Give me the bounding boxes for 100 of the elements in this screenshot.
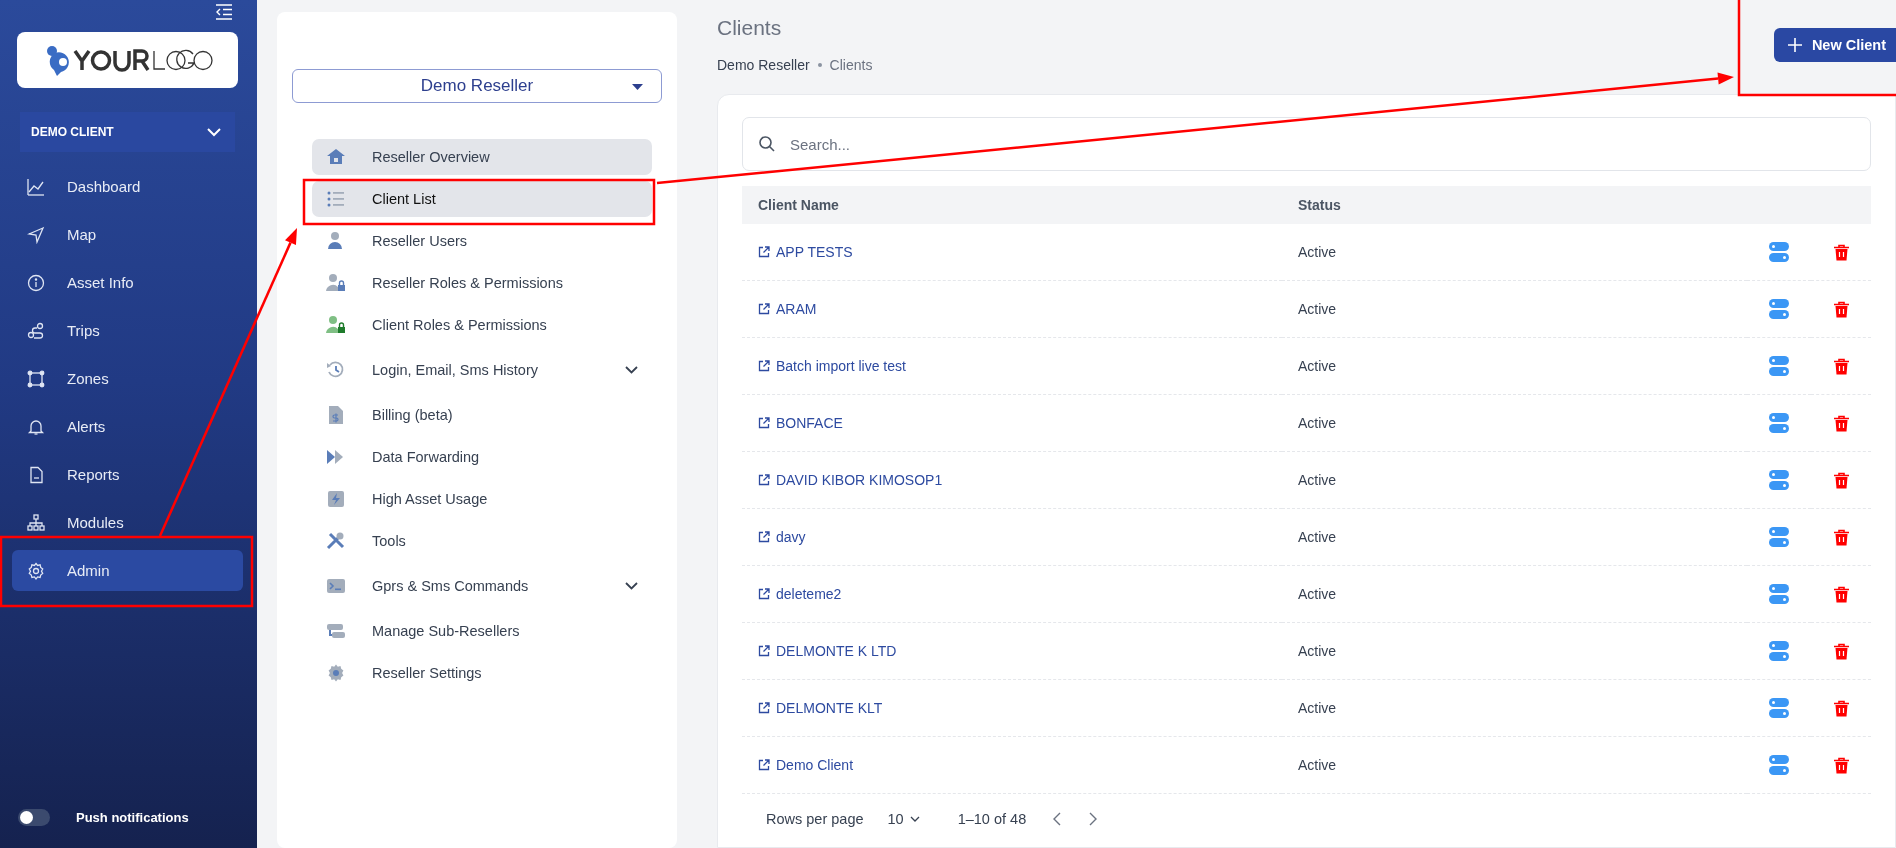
external-link-icon <box>758 702 770 714</box>
trash-icon[interactable] <box>1833 528 1849 546</box>
server-toggle-icon[interactable] <box>1769 470 1789 490</box>
reseller-selector[interactable]: Demo Reseller <box>292 69 662 103</box>
hierarchy-icon <box>27 513 45 532</box>
settings-icon <box>326 663 346 683</box>
breadcrumb-item[interactable]: Demo Reseller <box>717 57 810 73</box>
server-toggle-icon[interactable] <box>1769 299 1789 319</box>
terminal-icon <box>326 576 346 596</box>
nav-item[interactable]: Modules <box>12 502 243 543</box>
page-range: 1–10 of 48 <box>957 811 1027 827</box>
nav-item[interactable]: Trips <box>12 310 243 351</box>
nav-item[interactable]: Map <box>12 214 243 255</box>
server-toggle-icon[interactable] <box>1769 242 1789 262</box>
push-notifications-toggle[interactable] <box>18 809 50 826</box>
nav-item[interactable]: Alerts <box>12 406 243 447</box>
external-link-icon <box>758 303 770 315</box>
client-selector[interactable]: DEMO CLIENT <box>20 112 235 152</box>
external-link-icon <box>758 474 770 486</box>
invoice-icon <box>326 405 346 425</box>
status-cell: Active <box>1282 680 1747 737</box>
status-cell: Active <box>1282 338 1747 395</box>
server-toggle-icon[interactable] <box>1769 641 1789 661</box>
collapse-menu-icon[interactable] <box>215 4 233 20</box>
menu-item[interactable]: Tools <box>312 523 652 559</box>
client-link[interactable]: APP TESTS <box>758 244 853 260</box>
status-cell: Active <box>1282 737 1747 794</box>
client-link[interactable]: deleteme2 <box>758 586 842 602</box>
client-link[interactable]: DAVID KIBOR KIMOSOP1 <box>758 472 943 488</box>
menu-item[interactable]: Data Forwarding <box>312 439 652 475</box>
trash-icon[interactable] <box>1833 300 1849 318</box>
server-toggle-icon[interactable] <box>1769 413 1789 433</box>
menu-item[interactable]: Reseller Overview <box>312 139 652 175</box>
breadcrumb-item: Clients <box>829 57 873 73</box>
menu-item[interactable]: High Asset Usage <box>312 481 652 517</box>
menu-item[interactable]: Billing (beta) <box>312 397 652 433</box>
server-toggle-icon[interactable] <box>1769 755 1789 775</box>
client-link[interactable]: Batch import live test <box>758 358 906 374</box>
plus-icon <box>1787 38 1802 52</box>
zones-icon <box>27 369 45 388</box>
external-link-icon <box>758 360 770 372</box>
trash-icon[interactable] <box>1833 471 1849 489</box>
menu-item[interactable]: Login, Email, Sms History <box>312 352 652 388</box>
chart-icon <box>27 177 45 196</box>
nav-item[interactable]: Admin <box>12 550 243 591</box>
column-header: Status <box>1282 186 1747 224</box>
rows-per-page-select[interactable]: 10 <box>887 811 920 827</box>
navigation-icon <box>27 225 45 244</box>
status-cell: Active <box>1282 281 1747 338</box>
trash-icon[interactable] <box>1833 414 1849 432</box>
new-client-button[interactable]: New Client <box>1773 28 1896 62</box>
list-icon <box>326 189 346 209</box>
external-link-icon <box>758 531 770 543</box>
trash-icon[interactable] <box>1833 642 1849 660</box>
next-page-icon[interactable] <box>1088 812 1099 826</box>
nav-item[interactable]: Asset Info <box>12 262 243 303</box>
menu-item[interactable]: Reseller Roles & Permissions <box>312 265 652 301</box>
external-link-icon <box>758 759 770 771</box>
menu-item[interactable]: Gprs & Sms Commands <box>312 568 652 604</box>
menu-item[interactable]: Reseller Users <box>312 223 652 259</box>
external-link-icon <box>758 246 770 258</box>
file-icon <box>27 465 45 484</box>
nav-item[interactable]: Zones <box>12 358 243 399</box>
menu-item[interactable]: Client Roles & Permissions <box>312 307 652 343</box>
trash-icon[interactable] <box>1833 357 1849 375</box>
external-link-icon <box>758 417 770 429</box>
client-link[interactable]: DELMONTE K LTD <box>758 643 897 659</box>
nav-item[interactable]: Reports <box>12 454 243 495</box>
client-link[interactable]: davy <box>758 529 806 545</box>
server-toggle-icon[interactable] <box>1769 356 1789 376</box>
server-toggle-icon[interactable] <box>1769 584 1789 604</box>
client-link[interactable]: BONFACE <box>758 415 843 431</box>
external-link-icon <box>758 588 770 600</box>
chevron-down-icon[interactable] <box>625 582 638 590</box>
previous-page-icon[interactable] <box>1052 812 1063 826</box>
server-toggle-icon[interactable] <box>1769 527 1789 547</box>
status-cell: Active <box>1282 452 1747 509</box>
trash-icon[interactable] <box>1833 243 1849 261</box>
push-notifications-label: Push notifications <box>76 810 189 825</box>
nav-item[interactable]: Dashboard <box>12 166 243 207</box>
search-input[interactable]: Search... <box>788 134 1854 154</box>
server-icon <box>326 621 346 641</box>
menu-item[interactable]: Client List <box>312 181 652 217</box>
server-toggle-icon[interactable] <box>1769 698 1789 718</box>
trash-icon[interactable] <box>1833 585 1849 603</box>
chevron-down-icon[interactable] <box>625 366 638 374</box>
search-icon <box>759 136 775 152</box>
search-field[interactable]: Search... <box>742 117 1871 171</box>
menu-item[interactable]: Manage Sub-Resellers <box>312 613 652 649</box>
tools-icon <box>326 531 346 551</box>
chevron-down-icon <box>909 816 920 822</box>
menu-item[interactable]: Reseller Settings <box>312 655 652 691</box>
trash-icon[interactable] <box>1833 756 1849 774</box>
trash-icon[interactable] <box>1833 699 1849 717</box>
client-link[interactable]: ARAM <box>758 301 817 317</box>
status-cell: Active <box>1282 566 1747 623</box>
history-icon <box>326 360 346 380</box>
client-link[interactable]: DELMONTE KLT <box>758 700 883 716</box>
client-link[interactable]: Demo Client <box>758 757 854 773</box>
home-icon <box>326 147 346 167</box>
